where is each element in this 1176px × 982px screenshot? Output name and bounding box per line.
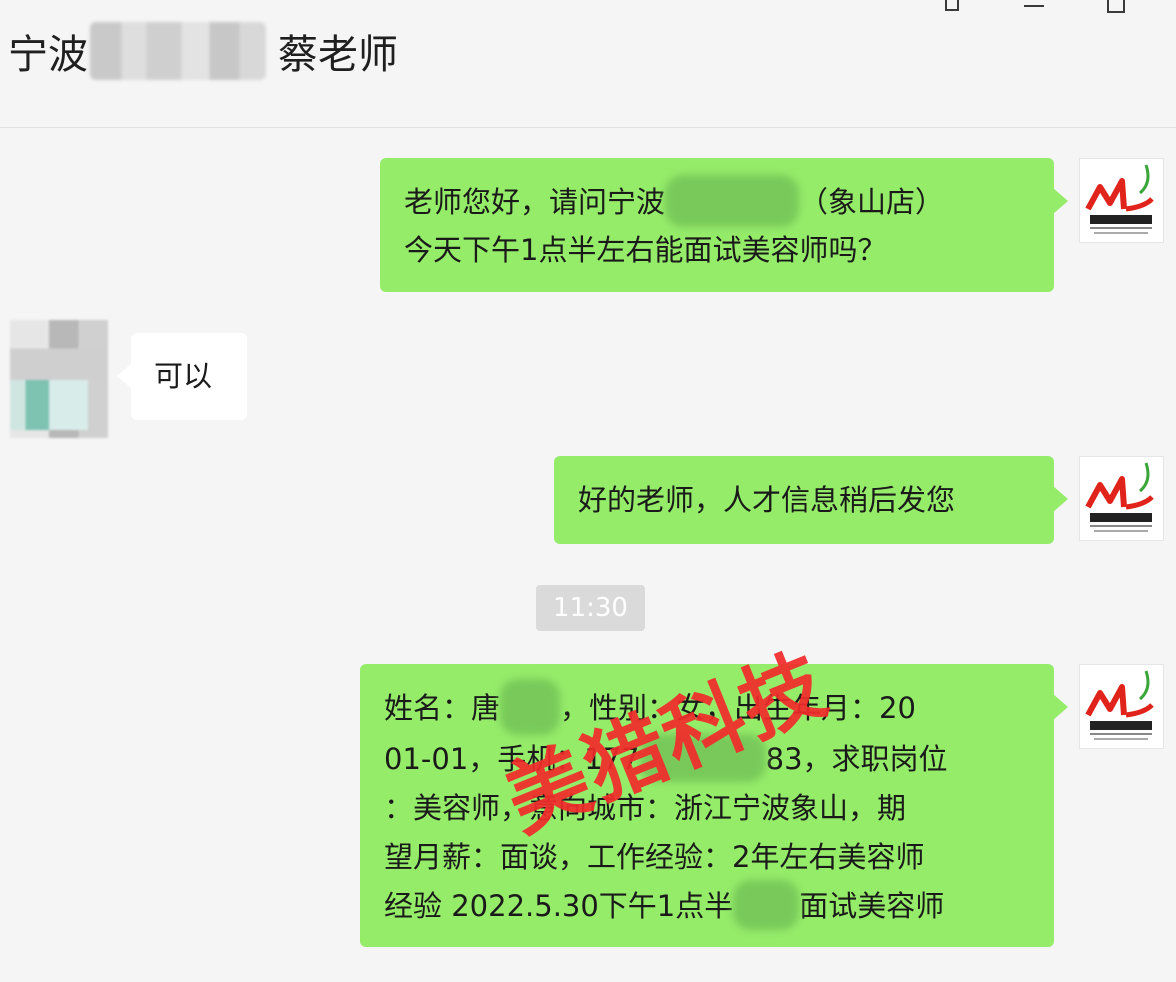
message-line: 经验 2022.5.30下午1点半 面试美容师 [384, 880, 1030, 931]
maximize-icon [1107, 0, 1125, 13]
message-text: 老师您好，请问宁波 [404, 185, 666, 219]
message-text: 望月薪：面谈，工作经验：2年左右美容师 [384, 840, 925, 874]
message-bubble-sent[interactable]: 老师您好，请问宁波 （象山店） 今天下午1点半左右能面试美容师吗？ [380, 158, 1068, 292]
message-text: ：美容师，意向城市：浙江宁波象山，期 [384, 791, 907, 825]
chat-window: 宁波 蔡老师 老师您好，请问宁波 （象山店） 今天下午1点半左右能面试美容师吗？ [0, 0, 1176, 982]
ml-logo-icon [1085, 462, 1154, 532]
message-text: 姓名：唐 [384, 691, 501, 725]
message-bubble-sent[interactable]: 好的老师，人才信息稍后发您 [554, 456, 1068, 544]
my-avatar[interactable] [1079, 664, 1164, 749]
message-line: ：美容师，意向城市：浙江宁波象山，期 [384, 784, 1030, 833]
minimize-icon [1024, 4, 1044, 7]
message-line: 01-01，手机：177 83，求职岗位 [384, 734, 1030, 784]
message-bubble-received[interactable]: 可以 [117, 333, 247, 420]
my-avatar[interactable] [1079, 456, 1164, 541]
maximize-button[interactable] [1099, 0, 1133, 20]
message-text: 01-01，手机：177 [384, 742, 640, 776]
contact-title-suffix: 蔡老师 [278, 32, 398, 78]
contact-title-prefix: 宁波 [8, 32, 88, 78]
message-text: 经验 2022.5.30下午1点半 [384, 889, 734, 923]
message-line: 姓名：唐 ，性别：女，出生年月：20 [384, 679, 1030, 735]
message-text: （象山店） [799, 185, 945, 219]
message-text: 今天下午1点半左右能面试美容师吗？ [404, 233, 887, 267]
redacted-text [665, 175, 800, 227]
ml-logo-icon [1085, 670, 1154, 740]
message-text: 面试美容师 [799, 889, 945, 923]
pin-window-button[interactable] [935, 0, 969, 20]
message-line: 可以 [154, 353, 224, 399]
message-text: ，性别：女，出生年月：20 [560, 691, 916, 725]
message-line: 望月薪：面谈，工作经验：2年左右美容师 [384, 833, 1030, 882]
contact-avatar[interactable] [10, 320, 108, 438]
message-text: 好的老师，人才信息稍后发您 [578, 483, 956, 517]
message-text: 83，求职岗位 [765, 742, 948, 776]
redacted-text [639, 734, 766, 782]
ml-logo-icon [1085, 164, 1154, 234]
minimize-button[interactable] [1017, 0, 1051, 20]
redacted-text [733, 880, 800, 930]
message-line: 今天下午1点半左右能面试美容师吗？ [404, 227, 1030, 273]
redacted-name-block [90, 22, 266, 80]
redacted-text [500, 679, 561, 735]
message-text: 可以 [154, 359, 213, 393]
chat-header: 宁波 蔡老师 [0, 0, 1176, 128]
timestamp: 11:30 [536, 585, 645, 631]
my-avatar[interactable] [1079, 158, 1164, 243]
message-line: 好的老师，人才信息稍后发您 [578, 477, 1030, 523]
message-line: 老师您好，请问宁波 （象山店） [404, 175, 1030, 227]
pin-icon [945, 0, 959, 11]
contact-title: 宁波 蔡老师 [8, 22, 398, 80]
message-bubble-sent[interactable]: 姓名：唐 ，性别：女，出生年月：20 01-01，手机：177 83，求职岗位 ：美… [360, 664, 1068, 947]
